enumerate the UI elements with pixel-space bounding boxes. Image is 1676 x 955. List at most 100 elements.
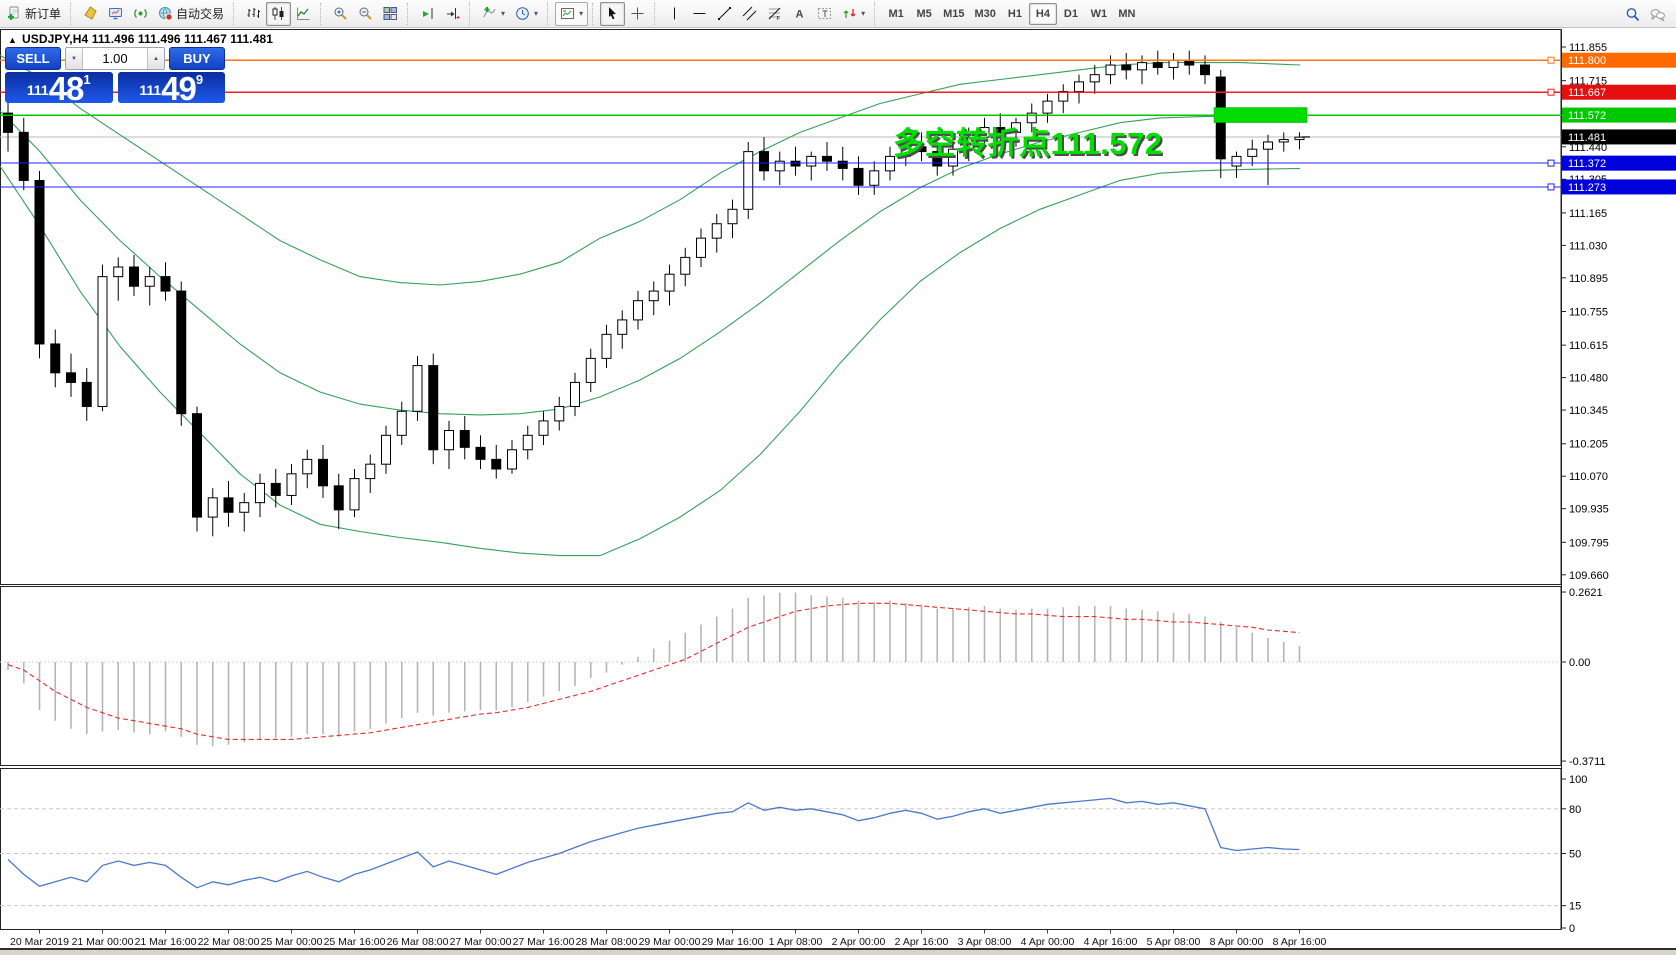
arrows-button[interactable]: ▾ [837, 2, 870, 26]
chart-shift-button[interactable] [415, 2, 440, 26]
charts-profile-icon[interactable] [78, 2, 103, 26]
candle-body [523, 435, 532, 449]
algo-trading-button[interactable]: 自动交易 [153, 2, 229, 26]
timeframe-d1-button[interactable]: D1 [1057, 3, 1085, 25]
candlestick-chart-button[interactable] [266, 2, 291, 26]
timeframe-m5-button[interactable]: M5 [910, 3, 938, 25]
chat-button[interactable] [1645, 2, 1670, 26]
candle-body [240, 503, 249, 513]
sell-price-box[interactable]: 111 48 1 [5, 72, 113, 103]
line-chart-button[interactable] [291, 2, 316, 26]
time-tick-label: 2 Apr 16:00 [895, 936, 949, 948]
time-tick-label: 2 Apr 00:00 [832, 936, 886, 948]
crosshair-button[interactable] [625, 2, 650, 26]
candle-body [1075, 82, 1084, 92]
rsi-tick-label: 15 [1569, 901, 1581, 913]
line-endpoint-marker[interactable] [1548, 160, 1554, 166]
timeframe-w1-button[interactable]: W1 [1085, 3, 1113, 25]
timeframe-h4-button[interactable]: H4 [1029, 3, 1057, 25]
candle-body [4, 113, 13, 132]
rsi-tick-label: 100 [1569, 774, 1587, 786]
candle-body [1201, 65, 1210, 75]
chevron-down-icon[interactable]: ▾ [579, 9, 583, 18]
candle-body [1169, 60, 1178, 67]
timeframe-h1-button[interactable]: H1 [1001, 3, 1029, 25]
candle-body [177, 291, 186, 414]
add-indicator-button[interactable]: ▾ [477, 2, 510, 26]
toolbar-separator [874, 3, 879, 25]
candle-body [82, 382, 91, 406]
buy-button[interactable]: BUY [169, 47, 225, 70]
buy-price-box[interactable]: 111 49 9 [118, 72, 226, 103]
signals-icon[interactable] [128, 2, 153, 26]
equidistant-channel-button[interactable] [737, 2, 762, 26]
chevron-down-icon[interactable]: ▾ [534, 9, 538, 18]
periods-button[interactable]: ▾ [510, 2, 543, 26]
candle-body [1248, 149, 1257, 156]
timeframe-mn-button[interactable]: MN [1113, 3, 1141, 25]
candle-body [728, 209, 737, 223]
timeframe-m15-button[interactable]: M15 [938, 3, 969, 25]
candle-body [634, 301, 643, 320]
auto-scroll-button[interactable] [440, 2, 465, 26]
signals-icon-icon [133, 6, 148, 21]
candle-body [130, 267, 139, 286]
candle-body [382, 435, 391, 464]
sell-price-pip: 1 [83, 72, 90, 87]
turning-point-bar[interactable] [1214, 108, 1307, 123]
sell-price-prefix: 111 [27, 82, 49, 98]
volume-increase-button[interactable]: ▲ [147, 48, 164, 69]
main-chart-panel[interactable] [1, 30, 1562, 585]
market-watch-icon[interactable] [103, 2, 128, 26]
line-endpoint-marker[interactable] [1548, 57, 1554, 63]
search-button[interactable] [1620, 2, 1645, 26]
timeframe-m1-button[interactable]: M1 [882, 3, 910, 25]
macd-tick-label: 0.2621 [1569, 587, 1603, 599]
candle-body [145, 277, 154, 287]
trendline-button[interactable] [712, 2, 737, 26]
vertical-line-button[interactable] [662, 2, 687, 26]
chevron-down-icon[interactable]: ▾ [501, 9, 505, 18]
chevron-down-icon[interactable]: ▾ [861, 9, 865, 18]
line-endpoint-marker[interactable] [1548, 89, 1554, 95]
candle-body [35, 180, 44, 344]
candle-body [350, 479, 359, 510]
add-indicator-icon [482, 6, 497, 21]
zoom-in-button[interactable] [328, 2, 353, 26]
toolbar: 新订单 自动交易 ▾ ▾ ▾ FAT ▾ M1M5M15M30H1H4D1W1MN [0, 0, 1676, 28]
text-button[interactable]: A [787, 2, 812, 26]
chart-canvas[interactable]: MACD(12,26,9) 0.0601 0.1088 RSI(14) 52.6… [0, 28, 1676, 955]
charts-profile-icon-icon [83, 6, 98, 21]
toolbar-separator [233, 3, 238, 25]
candle-body [586, 358, 595, 382]
fibonacci-button[interactable]: F [762, 2, 787, 26]
new-order-button[interactable]: 新订单 [2, 2, 66, 26]
macd-panel[interactable] [1, 587, 1562, 766]
candle-body [1043, 101, 1052, 113]
cursor-button[interactable] [600, 2, 625, 26]
bar-chart-button[interactable] [241, 2, 266, 26]
candle-body [1106, 65, 1115, 75]
toolbar-separator [654, 3, 659, 25]
candle-body [161, 277, 170, 291]
tile-windows-button[interactable] [378, 2, 403, 26]
new-order-icon [7, 6, 22, 21]
volume-value[interactable]: 1.00 [83, 48, 147, 69]
horizontal-line-button[interactable] [687, 2, 712, 26]
time-tick-label: 4 Apr 16:00 [1084, 936, 1138, 948]
sell-button[interactable]: SELL [5, 47, 61, 70]
volume-decrease-button[interactable]: ▼ [66, 48, 83, 69]
collapse-arrow-icon[interactable]: ▲ [8, 35, 17, 45]
price-badge-label: 111.572 [1568, 110, 1606, 122]
line-endpoint-marker[interactable] [1548, 184, 1554, 190]
candle-body [760, 152, 769, 171]
text-label-button[interactable]: T [812, 2, 837, 26]
timeframe-m30-button[interactable]: M30 [970, 3, 1001, 25]
candle-body [224, 498, 233, 512]
crosshair-icon [630, 6, 645, 21]
price-tick-label: 109.660 [1569, 570, 1609, 582]
candle-body [649, 291, 658, 301]
turning-point-annotation[interactable]: 多空转折点111.572 [893, 118, 1163, 163]
chart-template-button[interactable]: ▾ [555, 2, 588, 26]
zoom-out-button[interactable] [353, 2, 378, 26]
